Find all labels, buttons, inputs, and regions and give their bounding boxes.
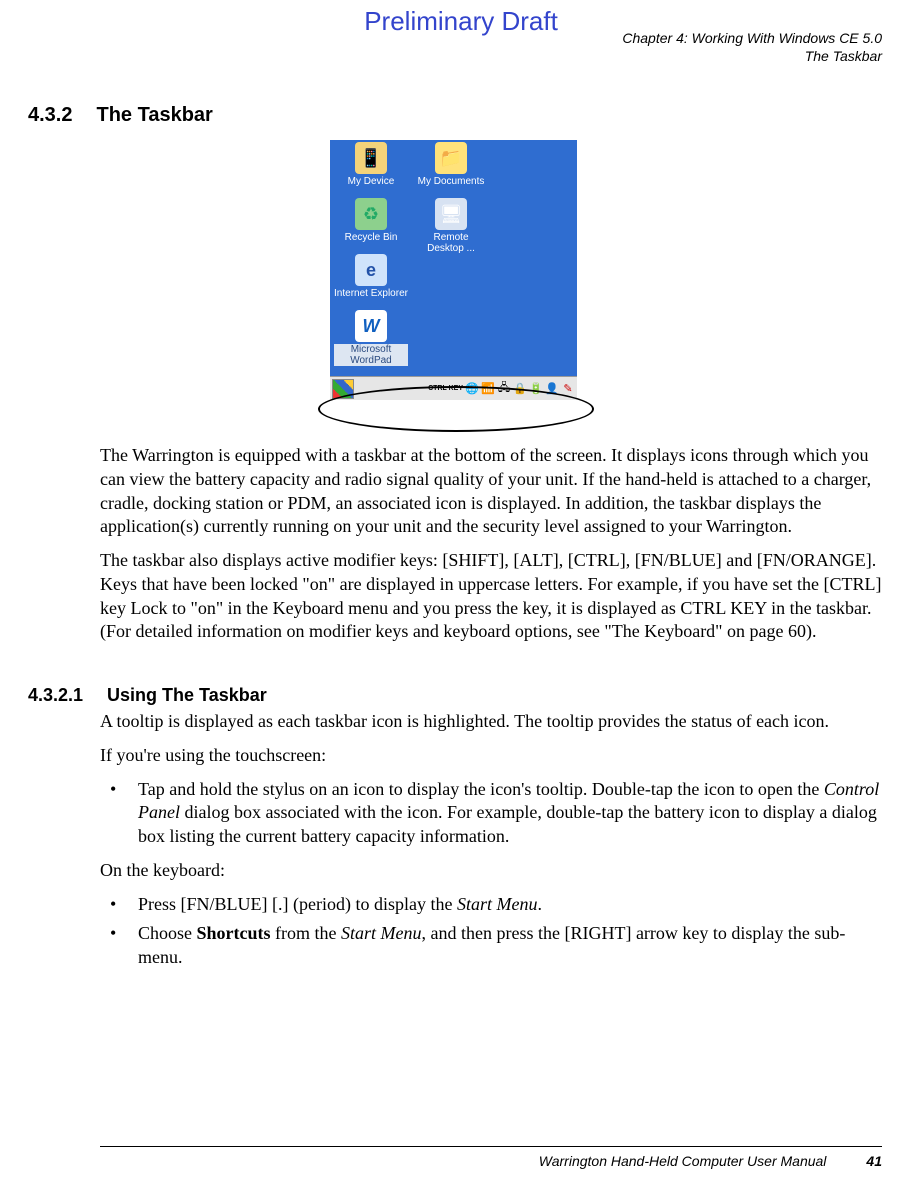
start-button-icon	[332, 379, 354, 399]
list-item: Choose Shortcuts from the Start Menu, an…	[100, 922, 882, 970]
text-run-bold: Shortcuts	[197, 923, 271, 943]
network-icon: 🖧	[497, 382, 511, 396]
wordpad-icon: W	[355, 310, 387, 342]
text-run: Tap and hold the stylus on an icon to di…	[138, 779, 824, 799]
chapter-header: Chapter 4: Working With Windows CE 5.0 T…	[622, 30, 882, 65]
text-run: .	[537, 894, 542, 914]
text-run: Choose	[138, 923, 197, 943]
icon-label: Remote Desktop ...	[414, 232, 488, 254]
battery-icon: 🔋	[529, 382, 543, 396]
ctrl-key-indicator: CTRL KEY	[428, 385, 463, 392]
ie-icon: e	[355, 254, 387, 286]
icon-label: My Device	[334, 176, 408, 187]
ce-taskbar: CTRL KEY 🌐 📶 🖧 🔒 🔋 👤 ✎	[330, 376, 577, 400]
paragraph: A tooltip is displayed as each taskbar i…	[100, 710, 882, 734]
desktop-icon-my-documents: 📁 My Documents	[414, 142, 488, 187]
section-4-3-2-1-heading: 4.3.2.1 Using The Taskbar	[28, 685, 267, 706]
section-4-3-2-heading: 4.3.2 The Taskbar	[28, 104, 213, 127]
list-item: Tap and hold the stylus on an icon to di…	[100, 778, 882, 849]
device-icon: 📱	[355, 142, 387, 174]
paragraph: The taskbar also displays active modifie…	[100, 549, 882, 644]
ce-desktop: 📱 My Device 📁 My Documents ♻ Recycle Bin…	[330, 140, 577, 400]
chapter-header-line2: The Taskbar	[622, 48, 882, 66]
section-title: The Taskbar	[96, 104, 212, 127]
folder-icon: 📁	[435, 142, 467, 174]
text-run: from the	[271, 923, 341, 943]
taskbar-screenshot: 📱 My Device 📁 My Documents ♻ Recycle Bin…	[330, 140, 577, 422]
page-footer: Warrington Hand-Held Computer User Manua…	[100, 1146, 882, 1169]
manual-title: Warrington Hand-Held Computer User Manua…	[539, 1153, 827, 1169]
globe-icon: 🌐	[465, 382, 479, 396]
user-icon: 👤	[545, 382, 559, 396]
chapter-header-line1: Chapter 4: Working With Windows CE 5.0	[622, 30, 882, 48]
desktop-icon-recycle-bin: ♻ Recycle Bin	[334, 198, 408, 243]
pen-icon: ✎	[561, 382, 575, 396]
desktop-icon-my-device: 📱 My Device	[334, 142, 408, 187]
paragraph: If you're using the touchscreen:	[100, 744, 882, 768]
signal-icon: 📶	[481, 382, 495, 396]
icon-label: Microsoft WordPad	[334, 344, 408, 366]
recycle-icon: ♻	[355, 198, 387, 230]
desktop-icon-wordpad: W Microsoft WordPad	[334, 310, 408, 366]
page-number: 41	[866, 1153, 882, 1169]
remote-icon: 🖥	[435, 198, 467, 230]
icon-label: Recycle Bin	[334, 232, 408, 243]
section-number: 4.3.2	[28, 104, 72, 127]
list-item: Press [FN/BLUE] [.] (period) to display …	[100, 893, 882, 917]
lock-icon: 🔒	[513, 382, 527, 396]
icon-label: Internet Explorer	[334, 288, 408, 299]
text-run-italic: Start Menu	[457, 894, 538, 914]
section-title: Using The Taskbar	[107, 685, 267, 706]
text-run: dialog box associated with the icon. For…	[138, 802, 877, 846]
section-number: 4.3.2.1	[28, 685, 83, 706]
text-run-italic: Start Menu	[341, 923, 422, 943]
paragraph: On the keyboard:	[100, 859, 882, 883]
paragraph: The Warrington is equipped with a taskba…	[100, 444, 882, 539]
text-run: Press [FN/BLUE] [.] (period) to display …	[138, 894, 457, 914]
desktop-icon-remote-desktop: 🖥 Remote Desktop ...	[414, 198, 488, 254]
icon-label: My Documents	[414, 176, 488, 187]
desktop-icon-internet-explorer: e Internet Explorer	[334, 254, 408, 299]
